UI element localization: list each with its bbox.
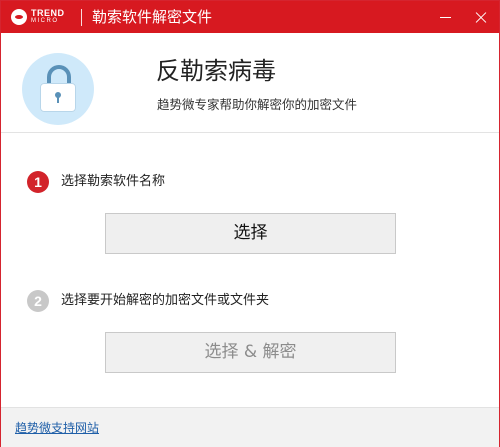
window-title: 勒索软件解密文件	[92, 8, 213, 26]
step-2-number-badge: 2	[27, 290, 49, 312]
trend-micro-logo-icon	[11, 9, 27, 25]
close-icon[interactable]	[464, 1, 498, 33]
titlebar: TREND MICRO 勒索软件解密文件	[1, 1, 499, 33]
support-site-link[interactable]: 趋势微支持网站	[15, 420, 99, 436]
select-ransomware-button[interactable]: 选择	[105, 213, 396, 254]
product-subtitle: 趋势微专家帮助你解密你的加密文件	[157, 97, 358, 112]
step-1-number-badge: 1	[27, 171, 49, 193]
product-title: 反勒索病毒	[156, 57, 276, 85]
step-2-label: 选择要开始解密的加密文件或文件夹	[61, 293, 270, 308]
trend-micro-logo: TREND MICRO	[11, 8, 71, 26]
select-and-decrypt-button[interactable]: 选择 & 解密	[105, 332, 396, 373]
logo-text-micro: MICRO	[31, 18, 59, 24]
footer: 趋势微支持网站	[1, 407, 499, 447]
step-1-label: 选择勒索软件名称	[61, 174, 166, 189]
header-banner: 反勒索病毒 趋势微专家帮助你解密你的加密文件	[1, 33, 499, 133]
lock-icon	[22, 53, 94, 125]
app-window: TREND MICRO 勒索软件解密文件 反勒索病毒 趋势微专家帮助你解密你的加…	[0, 0, 500, 447]
title-separator	[81, 9, 82, 26]
lock-body	[40, 83, 76, 112]
minimize-icon[interactable]	[429, 1, 463, 33]
keyhole-icon	[55, 92, 61, 103]
